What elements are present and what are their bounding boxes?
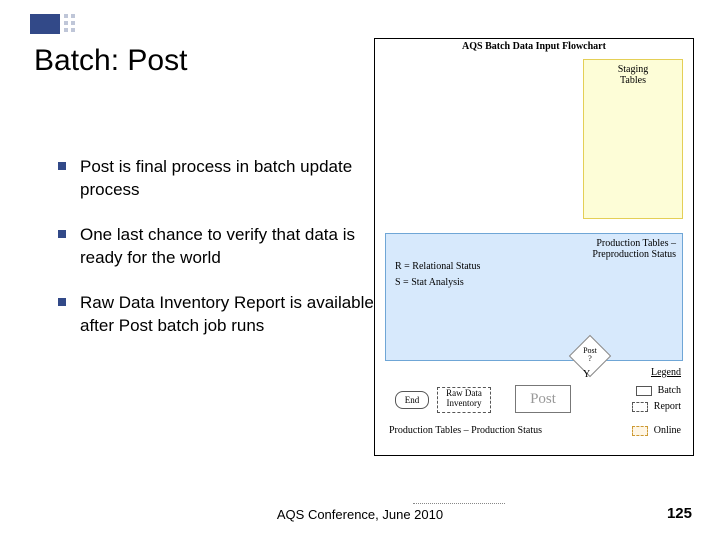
bullet-list: Post is final process in batch update pr… bbox=[58, 156, 374, 360]
bullet-icon bbox=[58, 230, 66, 238]
y-arrow-label: Y bbox=[583, 369, 590, 380]
page-number: 125 bbox=[667, 505, 692, 522]
bullet-item: One last chance to verify that data is r… bbox=[58, 224, 374, 270]
bullet-item: Post is final process in batch update pr… bbox=[58, 156, 374, 202]
legend-row-online: Online bbox=[632, 425, 681, 436]
status-key: R = Relational Status S = Stat Analysis bbox=[395, 259, 481, 291]
bullet-item: Raw Data Inventory Report is available a… bbox=[58, 292, 374, 338]
bullet-text: Raw Data Inventory Report is available a… bbox=[80, 292, 374, 338]
post-node: Post bbox=[515, 385, 571, 413]
flowchart-title: AQS Batch Data Input Flowchart bbox=[375, 41, 693, 52]
divider bbox=[413, 503, 505, 504]
legend-row-report: Report bbox=[632, 401, 681, 412]
production-status-label: Production Tables – Production Status bbox=[389, 425, 542, 436]
bullet-text: One last chance to verify that data is r… bbox=[80, 224, 374, 270]
legend-label: Online bbox=[654, 425, 681, 436]
flowchart-panel: AQS Batch Data Input Flowchart StagingTa… bbox=[374, 38, 694, 456]
raw-data-inventory-node: Raw DataInventory bbox=[437, 387, 491, 413]
footer-text: AQS Conference, June 2010 bbox=[0, 507, 720, 522]
legend-title: Legend bbox=[651, 367, 681, 378]
bullet-text: Post is final process in batch update pr… bbox=[80, 156, 374, 202]
legend-row-batch: Batch bbox=[636, 385, 681, 396]
online-swatch-icon bbox=[632, 426, 648, 436]
bullet-icon bbox=[58, 162, 66, 170]
r-label: R = Relational Status bbox=[395, 259, 481, 275]
slide-title: Batch: Post bbox=[34, 44, 187, 78]
accent-box bbox=[30, 14, 60, 34]
accent-dots bbox=[64, 14, 75, 32]
s-label: S = Stat Analysis bbox=[395, 275, 481, 291]
legend-label: Report bbox=[654, 401, 681, 412]
end-node: End bbox=[395, 391, 429, 409]
report-swatch-icon bbox=[632, 402, 648, 412]
post-decision-label: Post? bbox=[575, 347, 605, 363]
bullet-icon bbox=[58, 298, 66, 306]
batch-swatch-icon bbox=[636, 386, 652, 396]
legend-label: Batch bbox=[658, 385, 681, 396]
production-preproduction-box: Production Tables –Preproduction Status bbox=[385, 233, 683, 361]
staging-tables-box: StagingTables bbox=[583, 59, 683, 219]
